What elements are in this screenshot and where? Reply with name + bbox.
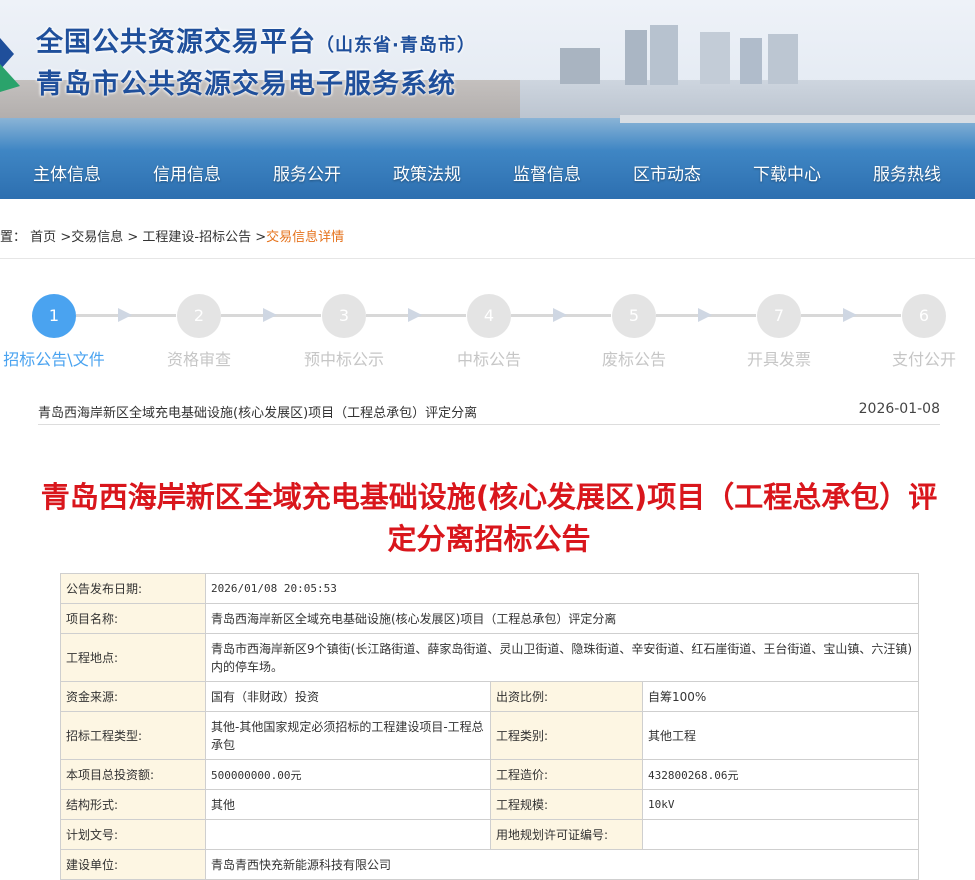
notice-date: 2026-01-08 [858, 401, 940, 417]
table-row: 招标工程类型: 其他-其他国家规定必须招标的工程建设项目-工程总承包 工程类别:… [60, 711, 920, 760]
bid-type-value: 其他-其他国家规定必须招标的工程建设项目-工程总承包 [205, 711, 491, 760]
publish-date-label: 公告发布日期: [60, 573, 206, 604]
nav-item-policy[interactable]: 政策法规 [393, 160, 461, 185]
step-arrow-icon [118, 308, 132, 322]
header-banner: 全国公共资源交易平台（山东省·青岛市） 青岛市公共资源交易电子服务系统 主体信息… [0, 0, 975, 199]
breadcrumb-home[interactable]: 首页 [30, 230, 56, 245]
breadcrumb-current: 交易信息详情 [266, 230, 345, 245]
step-arrow-icon [408, 308, 422, 322]
fund-source-label: 资金来源: [60, 681, 206, 712]
main-nav: 主体信息 信用信息 服务公开 政策法规 监督信息 区市动态 下载中心 服务热线 [0, 152, 975, 192]
publish-date-value: 2026/01/08 20:05:53 [204, 573, 920, 604]
bid-type-label: 招标工程类型: [60, 711, 206, 760]
breadcrumb-trade-info[interactable]: >交易信息 [60, 230, 123, 245]
banner-tower [560, 48, 600, 84]
nav-item-service-open[interactable]: 服务公开 [273, 160, 341, 185]
nav-item-supervision[interactable]: 监督信息 [513, 160, 581, 185]
platform-title: 全国公共资源交易平台（山东省·青岛市） [36, 27, 476, 58]
step-label-qualification[interactable]: 资格审查 [167, 346, 231, 370]
total-invest-value: 500000000.00元 [205, 759, 491, 790]
table-row: 公告发布日期: 2026/01/08 20:05:53 [60, 573, 920, 604]
location-value: 青岛市西海岸新区9个镇街(长江路街道、薛家岛街道、灵山卫街道、隐珠街道、辛安街道… [204, 633, 920, 682]
scale-label: 工程规模: [490, 789, 643, 820]
banner-tower [740, 38, 762, 84]
step-4-circle[interactable]: 4 [467, 294, 511, 338]
category-value: 其他工程 [641, 711, 920, 760]
nav-item-entity-info[interactable]: 主体信息 [33, 160, 101, 185]
step-6-circle[interactable]: 6 [902, 294, 946, 338]
project-name-label: 项目名称: [60, 603, 206, 634]
step-3-circle[interactable]: 3 [322, 294, 366, 338]
step-label-payment[interactable]: 支付公开 [892, 346, 956, 370]
table-row: 本项目总投资额: 500000000.00元 工程造价: 432800268.0… [60, 759, 920, 790]
banner-tower [650, 25, 678, 85]
plan-doc-label: 计划文号: [60, 819, 206, 850]
progress-steps: 1 2 3 4 5 7 6 招标公告\文件 资格审查 预中标公示 中标公告 废标… [0, 290, 975, 370]
breadcrumb-separator: > [127, 230, 139, 245]
banner-pier [620, 115, 975, 123]
breadcrumb-bid-notice[interactable]: 工程建设-招标公告 [142, 230, 251, 245]
cost-label: 工程造价: [490, 759, 643, 790]
scale-value: 10kV [641, 789, 920, 820]
project-info-table: 公告发布日期: 2026/01/08 20:05:53 项目名称: 青岛西海岸新… [60, 573, 920, 880]
project-name-value: 青岛西海岸新区全域充电基础设施(核心发展区)项目（工程总承包）评定分离 [204, 603, 920, 634]
step-label-pre-award[interactable]: 预中标公示 [304, 346, 384, 370]
step-arrow-icon [698, 308, 712, 322]
step-1-circle[interactable]: 1 [32, 294, 76, 338]
builder-label: 建设单位: [60, 849, 206, 880]
article-title: 青岛西海岸新区全域充电基础设施(核心发展区)项目（工程总承包）评定分离招标公告 [40, 480, 938, 556]
cost-value: 432800268.06元 [641, 759, 920, 790]
builder-value: 青岛青西快充新能源科技有限公司 [204, 849, 920, 880]
step-arrow-icon [263, 308, 277, 322]
step-arrow-icon [843, 308, 857, 322]
total-invest-label: 本项目总投资额: [60, 759, 206, 790]
step-label-invoice[interactable]: 开具发票 [747, 346, 811, 370]
land-permit-value [641, 819, 920, 850]
nav-item-download[interactable]: 下载中心 [753, 160, 821, 185]
banner-tower [625, 30, 647, 85]
invest-ratio-label: 出资比例: [490, 681, 643, 712]
breadcrumb-separator: > [255, 230, 267, 245]
step-2-circle[interactable]: 2 [177, 294, 221, 338]
step-7-circle[interactable]: 7 [757, 294, 801, 338]
fund-source-value: 国有（非财政）投资 [205, 681, 491, 712]
invest-ratio-value: 自筹100% [641, 681, 920, 712]
breadcrumb-divider [0, 258, 975, 259]
notice-row: 青岛西海岸新区全域充电基础设施(核心发展区)项目（工程总承包）评定分离 2026… [38, 400, 940, 425]
structure-value: 其他 [205, 789, 491, 820]
banner-tower [768, 34, 798, 84]
table-row: 资金来源: 国有（非财政）投资 出资比例: 自筹100% [60, 681, 920, 712]
table-row: 工程地点: 青岛市西海岸新区9个镇街(长江路街道、薛家岛街道、灵山卫街道、隐珠街… [60, 633, 920, 682]
location-label: 工程地点: [60, 633, 206, 682]
notice-title[interactable]: 青岛西海岸新区全域充电基础设施(核心发展区)项目（工程总承包）评定分离 [38, 402, 477, 421]
land-permit-label: 用地规划许可证编号: [490, 819, 643, 850]
nav-item-district-news[interactable]: 区市动态 [633, 160, 701, 185]
system-title: 青岛市公共资源交易电子服务系统 [36, 69, 456, 100]
step-arrow-icon [553, 308, 567, 322]
breadcrumb-prefix: 置： [0, 230, 27, 245]
banner-tower [700, 32, 730, 84]
table-row: 项目名称: 青岛西海岸新区全域充电基础设施(核心发展区)项目（工程总承包）评定分… [60, 603, 920, 634]
table-row: 结构形式: 其他 工程规模: 10kV [60, 789, 920, 820]
platform-logo-icon [0, 38, 20, 92]
step-label-bid-notice[interactable]: 招标公告\文件 [3, 346, 104, 370]
table-row: 建设单位: 青岛青西快充新能源科技有限公司 [60, 849, 920, 880]
step-5-circle[interactable]: 5 [612, 294, 656, 338]
plan-doc-value [205, 819, 491, 850]
category-label: 工程类别: [490, 711, 643, 760]
nav-item-credit-info[interactable]: 信用信息 [153, 160, 221, 185]
table-row: 计划文号: 用地规划许可证编号: [60, 819, 920, 850]
step-label-void[interactable]: 废标公告 [602, 346, 666, 370]
structure-label: 结构形式: [60, 789, 206, 820]
step-label-award[interactable]: 中标公告 [457, 346, 521, 370]
breadcrumb: 置： 首页 >交易信息 > 工程建设-招标公告 >交易信息详情 [0, 226, 344, 245]
nav-item-hotline[interactable]: 服务热线 [873, 160, 941, 185]
